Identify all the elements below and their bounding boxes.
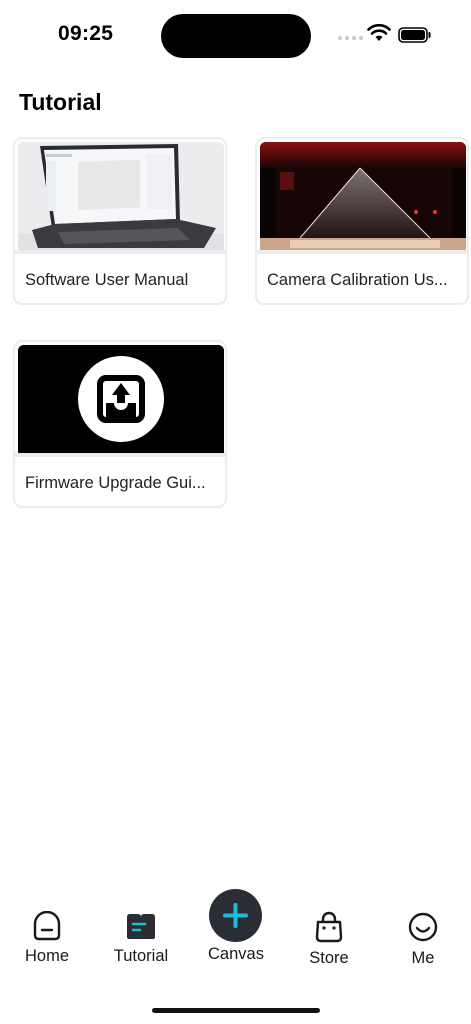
tab-home-label: Home	[24, 947, 69, 965]
laptop-image	[18, 142, 224, 250]
tab-canvas-label: Canvas	[208, 945, 264, 963]
cellular-signal-icon	[338, 36, 363, 40]
tab-store[interactable]: Store	[284, 911, 374, 968]
tab-me-label: Me	[411, 949, 435, 967]
laser-machine-image	[260, 142, 466, 250]
dynamic-island	[161, 14, 311, 58]
tutorial-card-software-manual[interactable]: Software User Manual	[13, 137, 227, 305]
wifi-icon	[367, 24, 391, 41]
tutorial-card-firmware-upgrade[interactable]: Firmware Upgrade Gui...	[13, 340, 227, 508]
card-label: Camera Calibration Us...	[267, 271, 448, 289]
home-indicator	[152, 1008, 320, 1013]
status-time: 09:25	[58, 22, 114, 45]
firmware-thumbnail	[18, 345, 224, 453]
book-icon	[127, 914, 155, 939]
home-icon	[33, 911, 61, 941]
tab-tutorial-label: Tutorial	[113, 947, 169, 965]
upload-icon	[18, 345, 224, 453]
tab-canvas[interactable]: Canvas	[191, 945, 281, 964]
tab-store-label: Store	[309, 949, 349, 967]
card-label: Software User Manual	[25, 271, 189, 289]
canvas-add-button[interactable]	[209, 889, 262, 942]
plus-icon	[223, 903, 248, 928]
card-label: Firmware Upgrade Gui...	[25, 474, 206, 492]
tab-tutorial[interactable]: Tutorial	[96, 911, 186, 966]
tab-home[interactable]: Home	[2, 911, 92, 966]
page-title: Tutorial	[19, 89, 102, 115]
shopping-bag-icon	[315, 911, 343, 943]
tutorial-card-camera-calibration[interactable]: Camera Calibration Us...	[255, 137, 469, 305]
profile-icon	[408, 912, 438, 942]
battery-icon	[398, 27, 431, 43]
tab-me[interactable]: Me	[378, 911, 468, 968]
status-bar: 09:25	[0, 0, 471, 72]
